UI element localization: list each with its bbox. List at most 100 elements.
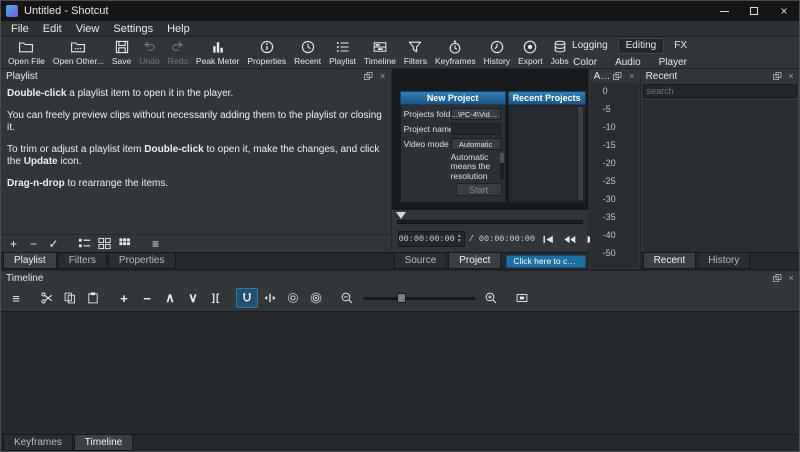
zoom-slider-track[interactable] (363, 297, 475, 300)
ripple-button[interactable] (282, 288, 304, 308)
video-mode-label: Video mode (403, 139, 449, 149)
tab-recent[interactable]: Recent (642, 253, 697, 269)
skip-previous-button[interactable] (539, 232, 558, 247)
minimize-button[interactable] (709, 1, 739, 21)
video-mode-help-text: Automatic means the resolution (450, 153, 491, 180)
timeline-button[interactable]: Timeline (361, 38, 399, 67)
zoom-in-button[interactable] (480, 288, 502, 308)
redo-icon (170, 39, 186, 55)
rewind-button[interactable] (560, 232, 579, 247)
timeline-zoom-slider[interactable] (363, 288, 475, 308)
recent-close-button[interactable]: × (786, 71, 796, 81)
split-button[interactable]: ][ (205, 288, 227, 308)
recent-float-button[interactable] (772, 71, 782, 81)
overwrite-button[interactable]: ∨ (182, 288, 204, 308)
timeline-tracks-area[interactable] (1, 311, 799, 434)
recent-search-input[interactable] (642, 84, 797, 98)
recent-file-list[interactable] (642, 100, 797, 252)
tab-properties[interactable]: Properties (107, 253, 176, 269)
menu-settings[interactable]: Settings (106, 21, 160, 37)
filters-button[interactable]: Filters (401, 38, 430, 67)
playlist-float-button[interactable] (364, 71, 374, 81)
timeline-menu-button[interactable]: ≡ (5, 288, 27, 308)
help-scrollbar[interactable] (499, 153, 504, 180)
timeline-float-button[interactable] (772, 273, 782, 283)
append-button[interactable]: + (113, 288, 135, 308)
playlist-menu-button[interactable]: ≡ (147, 236, 164, 251)
mode-logging-button[interactable]: Logging (564, 38, 616, 54)
audio-float-button[interactable] (613, 71, 623, 81)
menu-view[interactable]: View (69, 21, 107, 37)
playlist-button[interactable]: Playlist (326, 38, 359, 67)
copy-button[interactable] (59, 288, 81, 308)
project-name-input[interactable] (450, 123, 501, 135)
keyframes-button[interactable]: Keyframes (432, 38, 479, 67)
tab-timeline[interactable]: Timeline (73, 435, 134, 451)
open-other-button[interactable]: Open Other... (50, 38, 107, 67)
ripple-all-tracks-button[interactable] (305, 288, 327, 308)
view-icons-button[interactable] (116, 236, 133, 251)
playlist-remove-button[interactable]: − (25, 236, 42, 251)
dock-panels: Playlist × Double-click a playlist item … (1, 69, 799, 269)
properties-button[interactable]: Properties (244, 38, 289, 67)
video-mode-button[interactable]: Automatic (450, 138, 501, 150)
snap-toggle-button[interactable] (236, 288, 258, 308)
playlist-tip-2: You can freely preview clips without nec… (7, 109, 382, 134)
menu-file[interactable]: File (4, 21, 36, 37)
zoom-out-button[interactable] (336, 288, 358, 308)
tab-source[interactable]: Source (393, 253, 448, 269)
tab-keyframes[interactable]: Keyframes (3, 435, 73, 451)
recent-button[interactable]: Recent (291, 38, 324, 67)
tab-project[interactable]: Project (448, 253, 502, 269)
tab-playlist[interactable]: Playlist (3, 253, 57, 269)
history-button[interactable]: History (481, 38, 513, 67)
menu-help[interactable]: Help (160, 21, 197, 37)
view-tiles-button[interactable] (96, 236, 113, 251)
timecode-spinner[interactable]: 00:00:00:00 ▲ ▼ (397, 231, 465, 247)
playlist-update-button[interactable]: ✓ (45, 236, 62, 251)
mode-editing-button[interactable]: Editing (617, 38, 665, 54)
projects-folder-button[interactable]: ...\PC-4\Videos (450, 108, 501, 120)
playlist-close-button[interactable]: × (378, 71, 388, 81)
maximize-button[interactable] (739, 1, 769, 21)
scrub-while-dragging-button[interactable] (259, 288, 281, 308)
peak-meter-button[interactable]: Peak Meter (193, 38, 242, 67)
new-project-form: Projects folder ...\PC-4\Videos Project … (399, 105, 506, 203)
close-button[interactable]: × (769, 1, 799, 21)
save-button[interactable]: Save (109, 38, 134, 67)
ripple-delete-button[interactable]: − (136, 288, 158, 308)
zoom-slider-handle[interactable] (396, 293, 406, 303)
timecode-spin-arrows[interactable]: ▲ ▼ (455, 234, 464, 244)
layout-mode-switcher: Logging Editing FX Color Audio Player (564, 38, 695, 72)
menu-edit[interactable]: Edit (36, 21, 69, 37)
view-details-button[interactable] (76, 236, 93, 251)
scrubber-groove[interactable] (396, 220, 583, 224)
cut-button[interactable] (36, 288, 58, 308)
open-file-button[interactable]: Open File (5, 38, 48, 67)
zoom-fit-button[interactable] (511, 288, 533, 308)
start-button: Start (455, 183, 502, 196)
player-scrubber[interactable] (391, 210, 588, 226)
lift-button[interactable]: ∧ (159, 288, 181, 308)
mode-player-button[interactable]: Player (651, 55, 695, 71)
tab-filters[interactable]: Filters (57, 253, 107, 269)
playlist-panel: Playlist × Double-click a playlist item … (1, 69, 392, 269)
recent-tabbar: Recent History (640, 252, 799, 269)
tab-history[interactable]: History (697, 253, 751, 269)
check-version-button[interactable]: Click here to check for a new versi... (506, 254, 586, 268)
recent-projects-list[interactable] (510, 107, 577, 200)
playhead-marker[interactable] (395, 212, 406, 219)
export-button[interactable]: Export (515, 38, 546, 67)
mode-fx-button[interactable]: FX (666, 38, 695, 54)
timeline-close-button[interactable]: × (786, 273, 796, 283)
recent-projects-scrollbar[interactable] (577, 107, 583, 200)
player-panel: New Project Projects folder ...\PC-4\Vid… (391, 69, 638, 269)
window-title: Untitled - Shotcut (24, 5, 109, 17)
paste-button[interactable] (82, 288, 104, 308)
keyframes-icon (447, 39, 463, 55)
properties-icon (259, 39, 275, 55)
mode-audio-button[interactable]: Audio (607, 55, 649, 71)
db-label: 0 (602, 86, 608, 96)
playlist-add-button[interactable]: + (5, 236, 22, 251)
audio-close-button[interactable]: × (627, 71, 637, 81)
